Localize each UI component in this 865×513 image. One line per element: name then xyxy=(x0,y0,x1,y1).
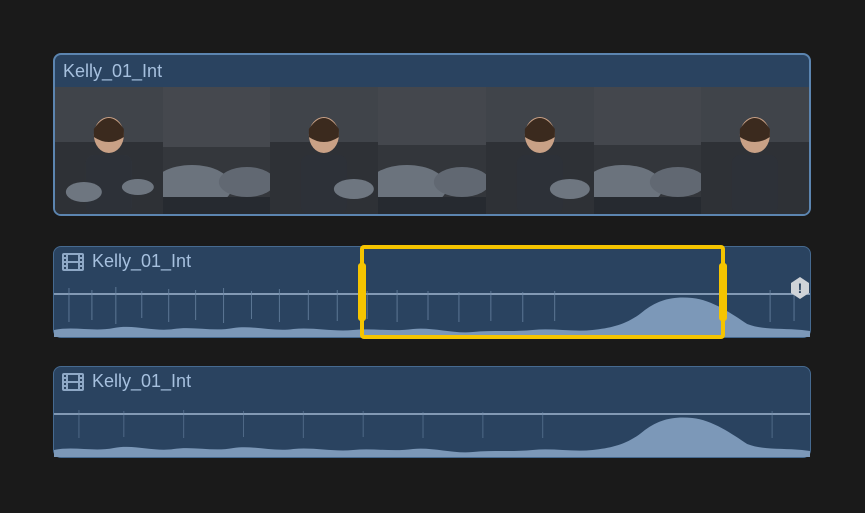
thumbnail-frame xyxy=(270,87,378,214)
audio-waveform xyxy=(54,402,810,457)
event-browser[interactable]: Kelly_01_Int xyxy=(0,0,865,458)
clip-filmstrip[interactable]: Kelly_01_Int xyxy=(53,53,811,216)
thumbnail-frame xyxy=(55,87,163,214)
thumbnail-frame xyxy=(378,87,486,214)
clip-title: Kelly_01_Int xyxy=(92,251,191,272)
thumbnail-frame xyxy=(701,87,809,214)
video-clip-icon xyxy=(62,373,84,391)
thumbnail-frame xyxy=(594,87,702,214)
audio-waveform xyxy=(54,282,810,337)
svg-text:!: ! xyxy=(798,280,803,296)
clip-audio[interactable]: Kelly_01_Int xyxy=(53,366,811,458)
video-clip-icon xyxy=(62,253,84,271)
thumbnail-frame xyxy=(486,87,594,214)
thumbnail-frame xyxy=(163,87,271,214)
analysis-marker-icon[interactable]: ! xyxy=(791,277,809,299)
filmstrip-thumbnails xyxy=(55,87,809,214)
clip-title: Kelly_01_Int xyxy=(92,371,191,392)
clip-audio[interactable]: Kelly_01_Int xyxy=(53,246,811,338)
clip-title: Kelly_01_Int xyxy=(55,55,809,87)
